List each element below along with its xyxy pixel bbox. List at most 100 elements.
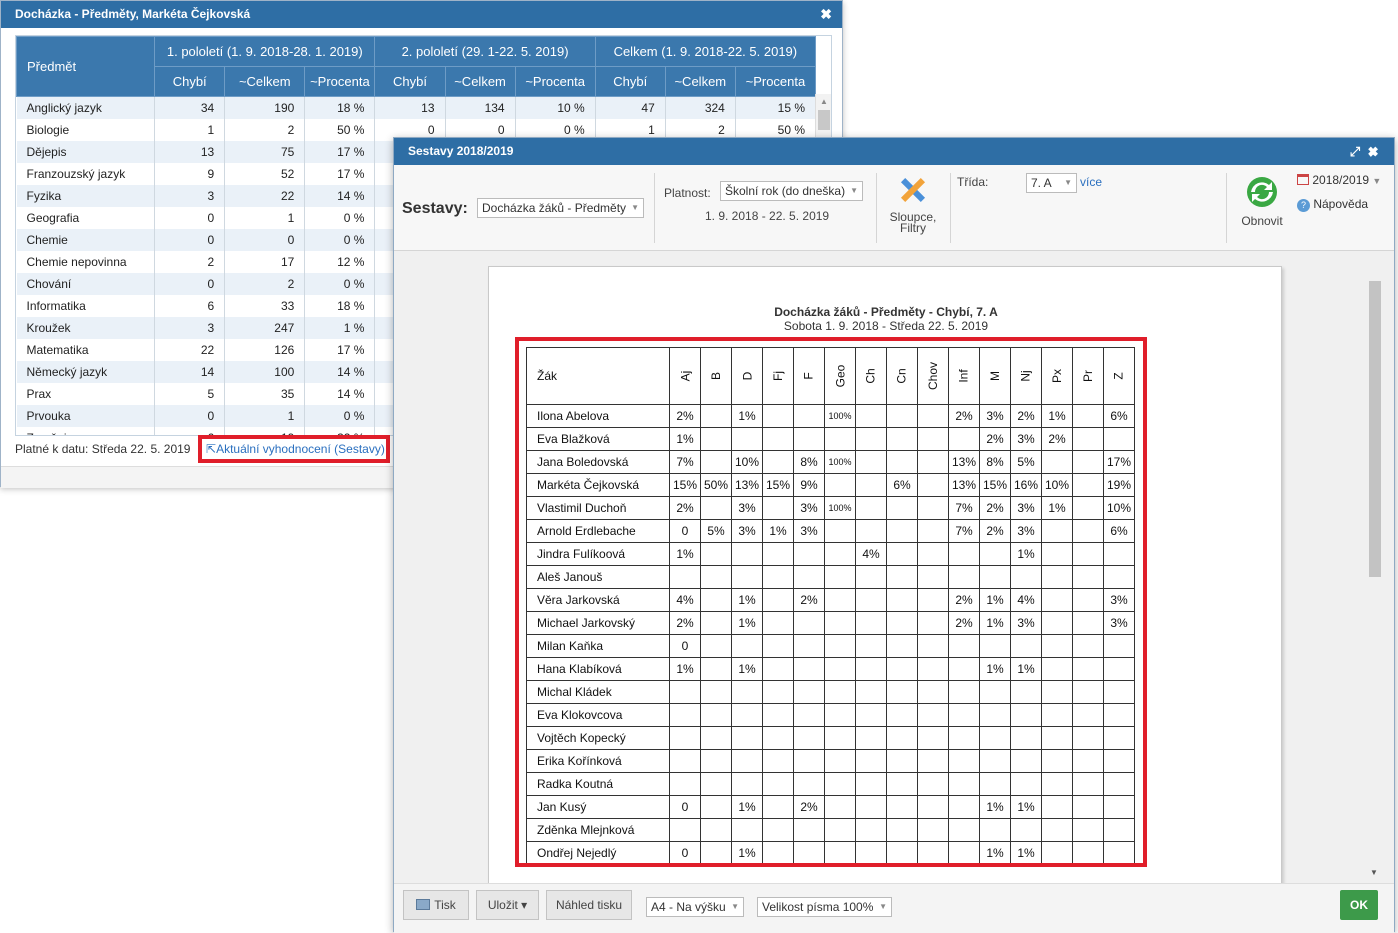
- table-cell: 34: [154, 96, 226, 119]
- paper-format-select[interactable]: A4 - Na výšku ▼: [646, 897, 744, 917]
- chevron-down-icon: ▼: [1064, 178, 1072, 187]
- attendance-window-footer: [1, 466, 394, 488]
- save-button[interactable]: Uložit ▾: [476, 890, 539, 920]
- table-cell: [824, 818, 856, 842]
- table-cell: [886, 841, 918, 863]
- subheader-percent[interactable]: ~Procenta: [734, 66, 817, 97]
- table-cell: [731, 565, 763, 589]
- table-cell: 14 %: [304, 382, 376, 405]
- table-cell: 3%: [1010, 427, 1042, 451]
- scroll-down-icon[interactable]: ▼: [1370, 868, 1378, 877]
- header-subject-ch: Ch: [855, 347, 887, 405]
- table-cell: [1072, 404, 1104, 428]
- table-cell: [1103, 657, 1135, 681]
- table-cell: 14 %: [304, 184, 376, 207]
- font-size-select[interactable]: Velikost písma 100% ▼: [757, 897, 892, 917]
- student-name: Vojtěch Kopecký: [526, 726, 670, 750]
- table-cell: [917, 427, 949, 451]
- year-select[interactable]: 2018/2019 ▼: [1297, 173, 1381, 187]
- subheader-total[interactable]: ~Celkem: [664, 66, 736, 97]
- table-cell: [793, 726, 825, 750]
- table-cell: [669, 703, 701, 727]
- scroll-thumb[interactable]: [818, 110, 830, 130]
- table-cell: [886, 634, 918, 658]
- refresh-button[interactable]: Obnovit: [1234, 175, 1290, 228]
- table-cell: [1072, 427, 1104, 451]
- table-cell: [793, 703, 825, 727]
- scroll-up-icon[interactable]: ▲: [820, 97, 828, 106]
- table-cell: [1072, 473, 1104, 497]
- table-cell: 9: [154, 162, 226, 185]
- current-evaluation-link[interactable]: ⇱Aktuální vyhodnocení (Sestavy): [198, 435, 390, 463]
- table-cell: [1103, 565, 1135, 589]
- table-cell: [917, 588, 949, 612]
- table-cell: [1103, 795, 1135, 819]
- ok-button[interactable]: OK: [1340, 890, 1378, 920]
- subject-name: Informatika: [16, 294, 156, 317]
- table-cell: 1%: [669, 427, 701, 451]
- table-cell: [855, 473, 887, 497]
- subject-abbrev: F: [802, 372, 816, 380]
- subject-abbrev: Fj: [771, 371, 785, 381]
- table-cell: [700, 450, 732, 474]
- ok-label: OK: [1350, 898, 1368, 912]
- table-cell: [917, 634, 949, 658]
- header-subject-aj: Aj: [669, 347, 701, 405]
- print-button[interactable]: Tisk: [403, 890, 469, 920]
- table-cell: [855, 726, 887, 750]
- table-cell: [948, 772, 980, 796]
- table-cell: [1072, 588, 1104, 612]
- subheader-missed[interactable]: Chybí: [374, 66, 446, 97]
- help-link[interactable]: ? Nápověda: [1297, 197, 1368, 212]
- subheader-total[interactable]: ~Celkem: [224, 66, 306, 97]
- subject-abbrev: Nj: [1019, 370, 1033, 382]
- table-cell: 1%: [1041, 404, 1073, 428]
- print-preview-button[interactable]: Náhled tisku: [546, 890, 632, 920]
- table-cell: 4%: [669, 588, 701, 612]
- report-select[interactable]: Docházka žáků - Předměty ▼: [477, 198, 644, 218]
- subheader-missed[interactable]: Chybí: [154, 66, 226, 97]
- more-link[interactable]: více: [1080, 175, 1102, 189]
- student-name: Věra Jarkovská: [526, 588, 670, 612]
- valid-date-row: Platné k datu: Středa 22. 5. 2019: [15, 442, 190, 456]
- table-cell: [793, 611, 825, 635]
- table-cell: 8%: [979, 450, 1011, 474]
- subject-name: Geografia: [16, 206, 156, 229]
- table-row[interactable]: Anglický jazyk 34 190 18 % 13 134 10 % 47 324 15 …: [16, 96, 817, 119]
- class-select[interactable]: 7. A ▼: [1026, 173, 1077, 193]
- scroll-thumb[interactable]: [1369, 281, 1381, 577]
- subheader-percent[interactable]: ~Procenta: [304, 66, 376, 97]
- table-cell: [669, 726, 701, 750]
- close-icon[interactable]: ✖: [1368, 144, 1386, 159]
- preview-scrollbar[interactable]: ▼: [1368, 251, 1382, 883]
- columns-filters-button[interactable]: Sloupce, Filtry: [878, 173, 948, 245]
- subheader-total[interactable]: ~Celkem: [444, 66, 516, 97]
- subheader-percent[interactable]: ~Procenta: [514, 66, 596, 97]
- validity-select[interactable]: Školní rok (do dneška) ▼: [720, 181, 863, 201]
- header-group-total: Celkem (1. 9. 2018-22. 5. 2019): [594, 36, 817, 67]
- student-name: Arnold Erdlebache: [526, 519, 670, 543]
- subject-name: Zeměpis: [16, 426, 156, 435]
- table-cell: 0 %: [304, 404, 376, 427]
- table-cell: [1072, 680, 1104, 704]
- maximize-icon[interactable]: ⤢: [1350, 144, 1368, 159]
- table-cell: [979, 818, 1011, 842]
- reports-footer: Tisk Uložit ▾ Náhled tisku A4 - Na výšku…: [394, 883, 1394, 933]
- chevron-down-icon: ▼: [631, 203, 639, 212]
- table-cell: [824, 772, 856, 796]
- table-cell: 13%: [731, 473, 763, 497]
- valid-label: Platné k datu:: [15, 442, 89, 456]
- close-icon[interactable]: ✖: [820, 1, 832, 28]
- subheader-missed[interactable]: Chybí: [594, 66, 666, 97]
- table-cell: 2: [154, 250, 226, 273]
- paper-format-value: A4 - Na výšku: [651, 900, 726, 914]
- table-cell: [917, 703, 949, 727]
- header-subject[interactable]: Předmět: [16, 36, 156, 97]
- table-cell: 18 %: [304, 96, 376, 119]
- table-cell: [855, 404, 887, 428]
- pencil-ruler-icon: [900, 177, 926, 203]
- table-row: Jindra Fulíkoová 1% 4% 1%: [526, 542, 1135, 566]
- table-cell: [1010, 565, 1042, 589]
- table-cell: 3%: [1010, 496, 1042, 520]
- table-cell: [824, 680, 856, 704]
